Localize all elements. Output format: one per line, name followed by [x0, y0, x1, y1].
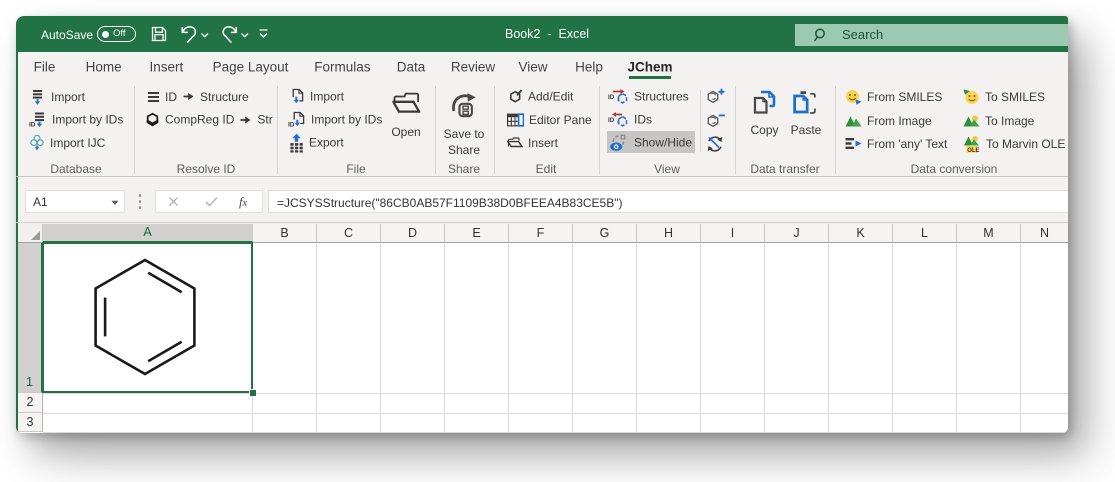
svg-text:ID: ID [288, 121, 295, 128]
svg-text:OLE: OLE [967, 147, 979, 152]
svg-text:ID: ID [29, 121, 36, 128]
svg-text:ID: ID [608, 117, 615, 124]
svg-text:ID: ID [608, 94, 615, 101]
